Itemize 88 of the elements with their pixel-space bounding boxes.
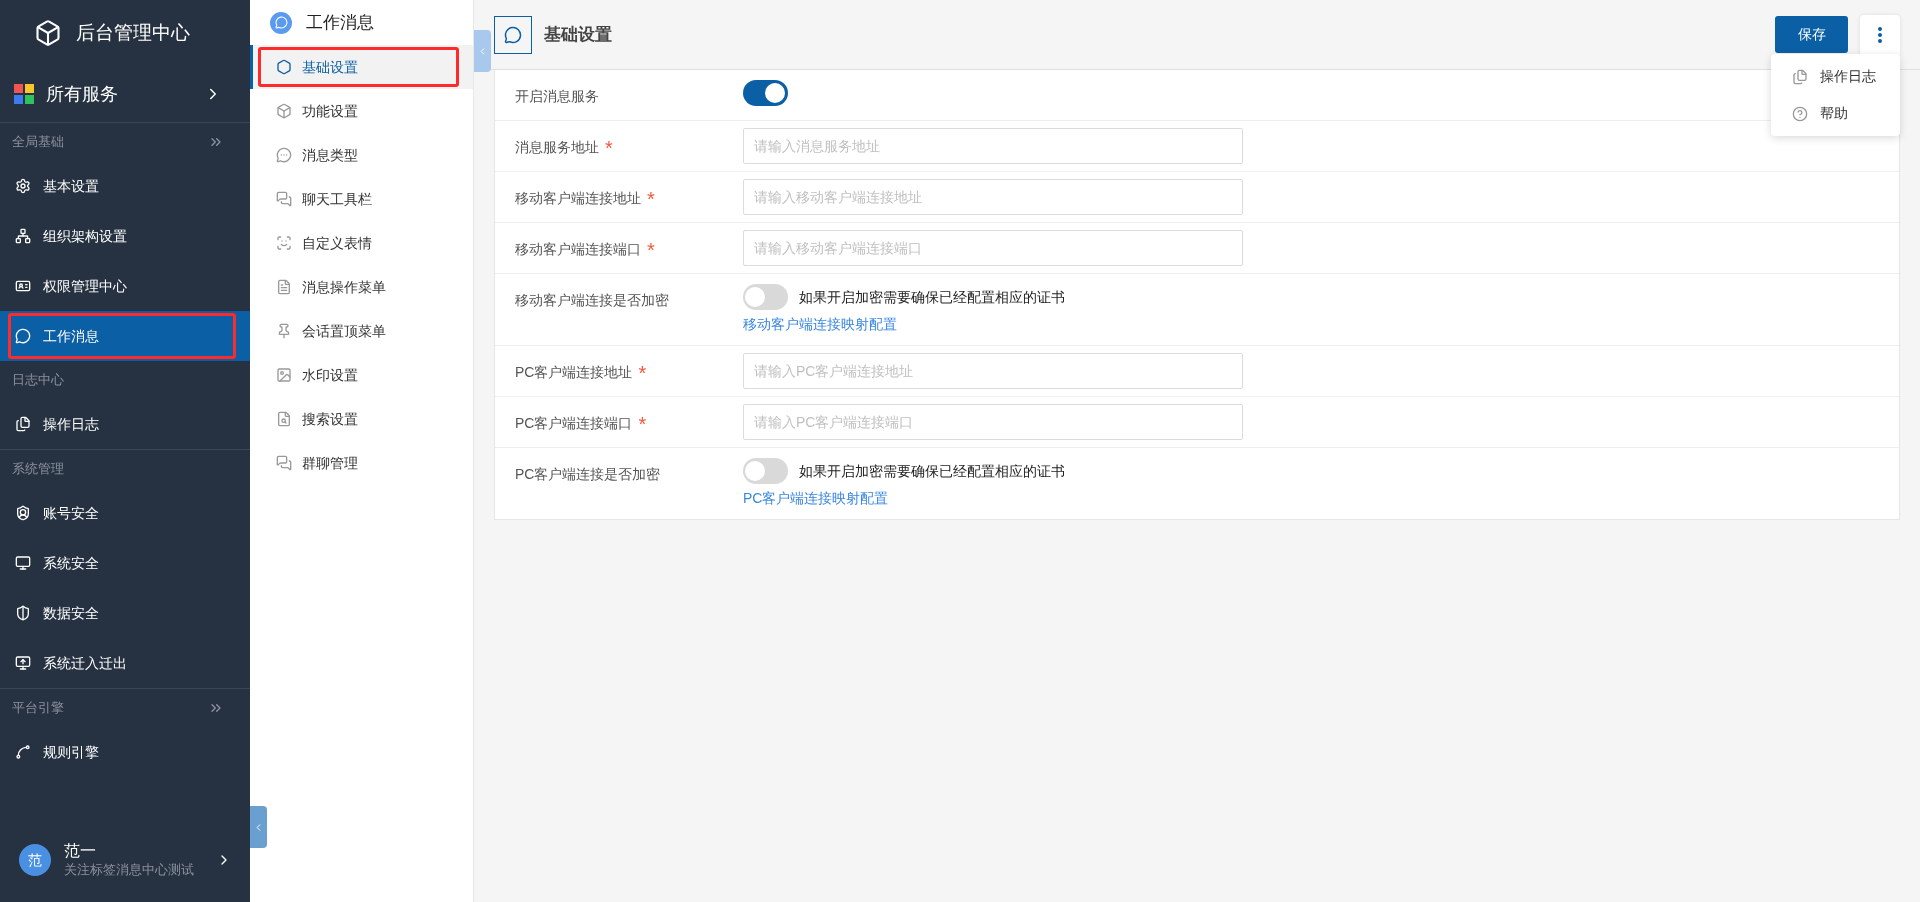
gear-icon — [15, 178, 31, 194]
hint-text: 如果开启加密需要确保已经配置相应的证书 — [799, 287, 1065, 307]
submenu-item[interactable]: 消息操作菜单 — [250, 265, 473, 309]
collapse-handle[interactable] — [250, 806, 267, 848]
sidebar-item[interactable]: 账号安全 — [0, 488, 250, 538]
hint-text: 如果开启加密需要确保已经配置相应的证书 — [799, 461, 1065, 481]
network-icon — [15, 228, 31, 244]
sidebar-item[interactable]: 操作日志 — [0, 399, 250, 449]
submenu-item[interactable]: 会话置顶菜单 — [250, 309, 473, 353]
toggle-switch[interactable] — [743, 284, 788, 310]
section-title: 平台引擎 — [12, 699, 65, 718]
help-icon — [1792, 105, 1808, 122]
field-label: 移动客户端连接端口 — [515, 240, 641, 259]
monitor-icon — [15, 555, 31, 571]
submenu-item[interactable]: 水印设置 — [250, 353, 473, 397]
sidebar-item[interactable]: 权限管理中心 — [0, 261, 250, 311]
shield-icon — [15, 605, 31, 621]
section-title: 日志中心 — [12, 371, 65, 390]
field-label: 移动客户端连接地址 — [515, 189, 641, 208]
files-icon — [15, 416, 31, 432]
sidebar-item[interactable]: 规则引擎 — [0, 727, 250, 777]
app-title: 后台管理中心 — [76, 20, 190, 45]
required-mark: * — [638, 413, 647, 435]
input-field[interactable]: 请输入移动客户端连接地址 — [743, 179, 1243, 215]
chat-bubble-icon — [494, 15, 532, 54]
section-title: 系统管理 — [12, 460, 65, 479]
required-mark: * — [647, 188, 655, 210]
required-mark: * — [605, 137, 613, 159]
submenu-item[interactable]: 消息类型 — [250, 133, 473, 177]
sidebar-item[interactable]: 系统安全 — [0, 538, 250, 588]
toggle-switch[interactable] — [743, 80, 788, 106]
required-mark: * — [647, 239, 655, 261]
submenu-title: 工作消息 — [306, 11, 374, 34]
apps-icon — [14, 84, 34, 104]
chat-dots-icon — [276, 147, 292, 163]
submenu-item[interactable]: 群聊管理 — [250, 441, 473, 485]
field-label: 消息服务地址 — [515, 138, 599, 157]
hexagon-icon — [276, 59, 292, 75]
user-subtitle: 关注标签消息中心测试 — [64, 861, 195, 879]
user-name: 范一 — [64, 841, 97, 861]
chat-badge-icon — [270, 11, 292, 34]
files-icon — [1792, 68, 1808, 85]
more-button[interactable] — [1860, 14, 1900, 55]
submenu-item[interactable]: 功能设置 — [250, 89, 473, 133]
face-icon — [276, 235, 292, 251]
sidebar-item[interactable]: 系统迁入迁出 — [0, 638, 250, 688]
document-icon — [276, 279, 292, 295]
logo-icon — [34, 19, 62, 47]
pin-icon — [276, 323, 292, 339]
chat-bubble-icon — [15, 328, 31, 344]
menu-item[interactable]: 操作日志 — [1771, 58, 1900, 95]
sidebar-item[interactable]: 基本设置 — [0, 161, 250, 211]
monitor-upload-icon — [15, 655, 31, 671]
required-mark: * — [638, 362, 647, 384]
submenu-item[interactable]: 聊天工具栏 — [250, 177, 473, 221]
mapping-link[interactable]: 移动客户端连接映射配置 — [743, 314, 1065, 339]
file-search-icon — [276, 411, 292, 427]
spline-icon — [15, 744, 31, 760]
mapping-link[interactable]: PC客户端连接映射配置 — [743, 488, 1065, 513]
menu-item[interactable]: 帮助 — [1771, 95, 1900, 132]
id-card-icon — [15, 278, 31, 294]
input-field[interactable]: 请输入消息服务地址 — [743, 128, 1243, 164]
chats-icon — [276, 191, 292, 207]
sidebar-item[interactable]: 数据安全 — [0, 588, 250, 638]
field-label: 移动客户端连接是否加密 — [515, 291, 669, 310]
user-avatar: 范 — [19, 844, 51, 876]
shield-user-icon — [15, 505, 31, 521]
collapse-handle[interactable] — [474, 30, 491, 72]
image-icon — [276, 367, 292, 383]
submenu-item[interactable]: 基础设置 — [250, 45, 473, 89]
more-icon — [1878, 26, 1882, 43]
submenu-item[interactable]: 自定义表情 — [250, 221, 473, 265]
box-icon — [276, 103, 292, 119]
sidebar-item[interactable]: 工作消息 — [0, 311, 250, 361]
toggle-switch[interactable] — [743, 458, 788, 484]
section-title: 全局基础 — [12, 133, 65, 152]
user-profile[interactable]: 范 范一 关注标签消息中心测试 — [0, 824, 250, 896]
field-label: PC客户端连接是否加密 — [515, 465, 661, 484]
input-field[interactable]: 请输入PC客户端连接地址 — [743, 353, 1243, 389]
field-label: PC客户端连接地址 — [515, 363, 633, 382]
field-label: 开启消息服务 — [515, 87, 599, 106]
all-services-item[interactable]: 所有服务 — [0, 66, 250, 122]
page-title: 基础设置 — [544, 23, 613, 46]
chats-icon — [276, 455, 292, 471]
save-button[interactable]: 保存 — [1775, 16, 1848, 53]
submenu-item[interactable]: 搜索设置 — [250, 397, 473, 441]
field-label: PC客户端连接端口 — [515, 414, 633, 433]
sidebar-item[interactable]: 组织架构设置 — [0, 211, 250, 261]
